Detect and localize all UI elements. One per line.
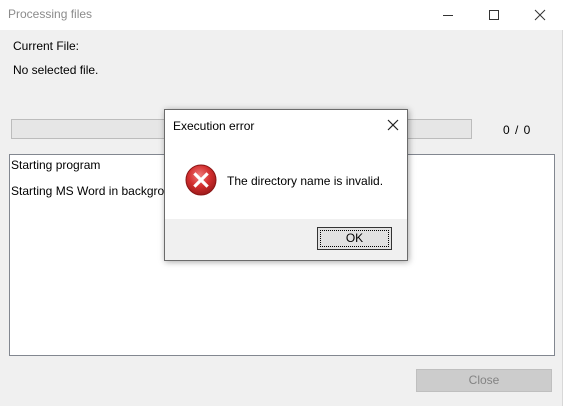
progress-count: 0 / 0 [503,123,531,137]
current-file-label: Current File: [13,39,80,53]
error-icon [185,164,217,196]
maximize-icon [489,10,499,20]
ok-button[interactable]: OK [317,227,392,250]
dialog-message: The directory name is invalid. [227,174,384,188]
maximize-button[interactable] [471,0,517,30]
dialog-footer: OK [165,219,407,260]
current-file-value: No selected file. [13,63,99,77]
minimize-icon [443,15,453,16]
title-bar[interactable]: Processing files [0,0,563,30]
close-icon [534,9,546,21]
close-button[interactable]: Close [416,369,552,392]
close-icon [387,119,399,131]
minimize-button[interactable] [425,0,471,30]
dialog-close-button[interactable] [379,111,407,139]
window-close-button[interactable] [517,0,563,30]
dialog-title: Execution error [173,119,255,133]
window-title: Processing files [8,7,93,21]
error-dialog: Execution error The directory name is in… [164,109,408,261]
